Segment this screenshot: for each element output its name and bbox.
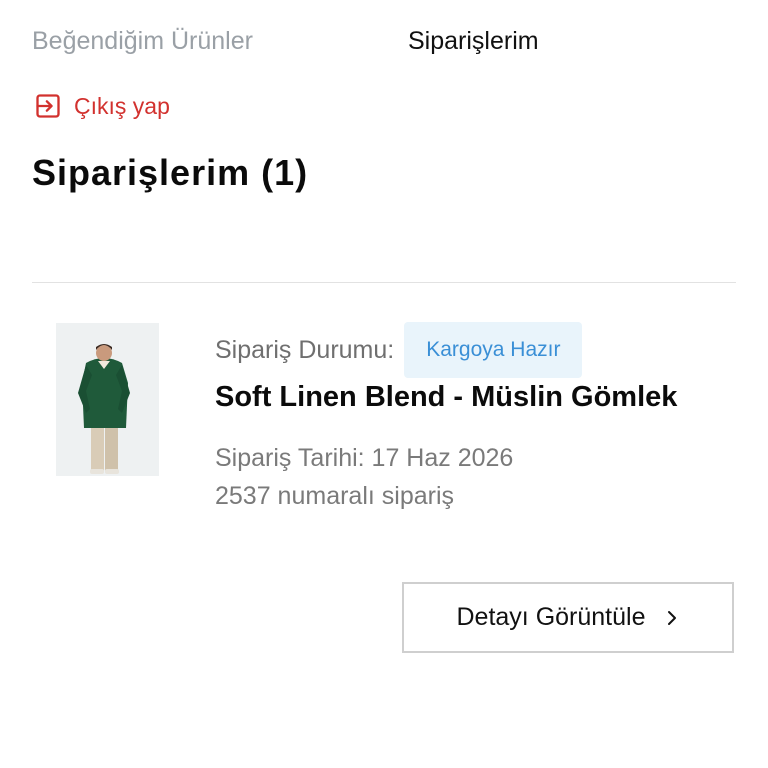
account-menu: Beğendiğim Ürünler Siparişlerim: [32, 22, 736, 62]
logout-icon: [36, 94, 60, 118]
orders-title: Siparişlerim (1): [32, 152, 309, 193]
order-status-row: Sipariş Durumu: Kargoya Hazır: [215, 322, 583, 378]
menu-item-orders[interactable]: Siparişlerim: [408, 22, 539, 60]
order-status-label: Sipariş Durumu:: [215, 335, 395, 364]
product-photo: [56, 323, 159, 476]
account-orders-page: Beğendiğim Ürünler Siparişlerim Çıkış ya…: [0, 0, 768, 768]
menu-item-favorites[interactable]: Beğendiğim Ürünler: [32, 22, 253, 60]
product-name[interactable]: Soft Linen Blend - Müslin Gömlek: [215, 381, 677, 414]
logout-label: Çıkış yap: [74, 92, 170, 119]
logout-button[interactable]: Çıkış yap: [34, 92, 170, 120]
product-image[interactable]: [56, 323, 159, 476]
chevron-right-icon: [667, 610, 676, 625]
order-number: 2537 numaralı sipariş: [215, 482, 455, 510]
view-details-button[interactable]: Detayı Görüntüle: [402, 582, 734, 653]
order-status-badge: Kargoya Hazır: [404, 322, 583, 378]
view-details-label: Detayı Görüntüle: [456, 603, 646, 631]
divider: [32, 282, 736, 283]
order-date: Sipariş Tarihi: 17 Haz 2026: [215, 444, 514, 472]
